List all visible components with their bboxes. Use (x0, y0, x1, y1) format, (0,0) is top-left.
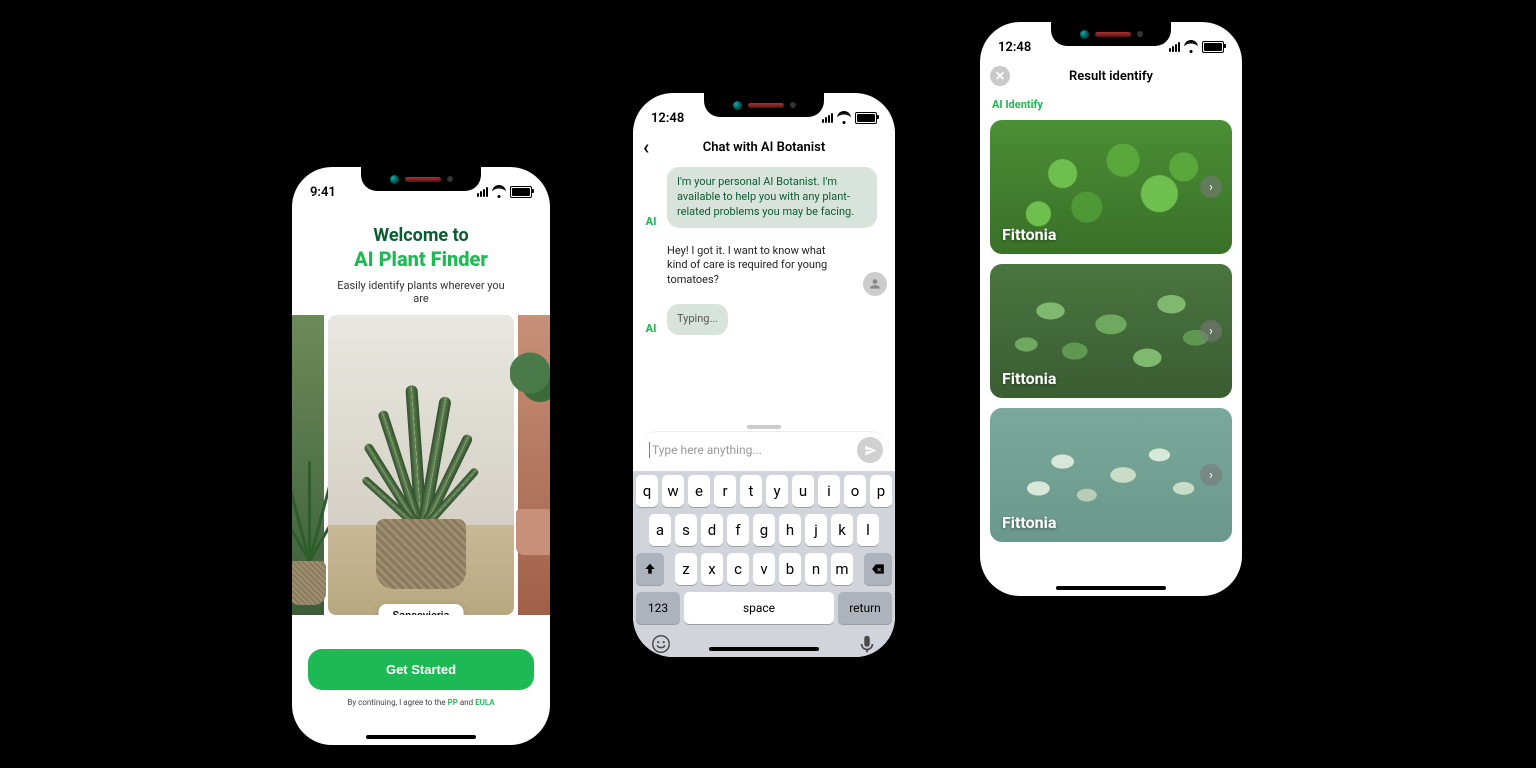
key-w[interactable]: w (662, 475, 684, 507)
key-f[interactable]: f (727, 514, 749, 546)
key-i[interactable]: i (818, 475, 840, 507)
key-p[interactable]: p (870, 475, 892, 507)
status-time: 12:48 (651, 111, 684, 126)
result-list[interactable]: Fittonia › Fittonia › Fittonia › (990, 120, 1232, 578)
battery-icon (510, 186, 532, 198)
screen-title: Chat with AI Botanist (703, 140, 825, 155)
key-e[interactable]: e (688, 475, 710, 507)
results-screen: 12:48 ✕ Result identify AI Identify Fitt… (980, 22, 1242, 596)
hero-plant-image: Sansevieria (328, 315, 514, 615)
keyboard[interactable]: qwertyuiop asdfghjkl zxcvbnm 123 space r… (633, 471, 895, 657)
result-name: Fittonia (1002, 369, 1056, 388)
result-name: Fittonia (1002, 513, 1056, 532)
carousel-next-peek (518, 315, 550, 615)
legal-text: By continuing, I agree to the PP and EUL… (308, 698, 534, 707)
key-j[interactable]: j (805, 514, 827, 546)
battery-icon (1202, 41, 1224, 53)
key-u[interactable]: u (792, 475, 814, 507)
shift-key[interactable] (636, 553, 664, 585)
chevron-right-icon[interactable]: › (1200, 176, 1222, 198)
key-a[interactable]: a (649, 514, 671, 546)
key-v[interactable]: v (753, 553, 775, 585)
key-h[interactable]: h (779, 514, 801, 546)
key-g[interactable]: g (753, 514, 775, 546)
sheet-grabber[interactable] (747, 425, 781, 429)
result-card[interactable]: Fittonia › (990, 120, 1232, 254)
key-y[interactable]: y (766, 475, 788, 507)
input-placeholder: Type here anything... (652, 443, 857, 457)
back-button[interactable]: ‹ (643, 137, 649, 157)
hero-carousel[interactable]: Sansevieria (292, 315, 550, 615)
chevron-right-icon[interactable]: › (1200, 464, 1222, 486)
key-m[interactable]: m (831, 553, 853, 585)
screen-title: Result identify (1069, 69, 1153, 84)
status-time: 9:41 (310, 185, 336, 200)
result-name: Fittonia (1002, 225, 1056, 244)
key-r[interactable]: r (714, 475, 736, 507)
home-indicator[interactable] (709, 647, 819, 651)
welcome-screen: 9:41 Welcome to AI Plant Finder Easily i… (292, 167, 550, 745)
welcome-heading-1: Welcome to (308, 225, 534, 247)
carousel-prev-peek (292, 315, 324, 615)
close-button[interactable]: ✕ (990, 66, 1010, 86)
privacy-policy-link[interactable]: PP (448, 698, 458, 707)
plant-name-badge: Sansevieria (379, 604, 464, 615)
signal-icon (477, 187, 488, 197)
backspace-key[interactable] (864, 553, 892, 585)
welcome-subtitle: Easily identify plants wherever you are (331, 279, 511, 305)
ai-avatar-label: AI (641, 215, 661, 228)
wifi-icon (1184, 42, 1198, 53)
mic-key[interactable] (856, 633, 878, 655)
key-t[interactable]: t (740, 475, 762, 507)
key-s[interactable]: s (675, 514, 697, 546)
send-button[interactable] (857, 437, 883, 463)
return-key[interactable]: return (838, 592, 892, 624)
key-d[interactable]: d (701, 514, 723, 546)
chat-messages[interactable]: AI I'm your personal AI Botanist. I'm av… (641, 167, 887, 343)
notch (361, 167, 481, 191)
space-key[interactable]: space (684, 592, 834, 624)
key-n[interactable]: n (805, 553, 827, 585)
eula-link[interactable]: EULA (475, 698, 495, 707)
result-card[interactable]: Fittonia › (990, 264, 1232, 398)
user-message: Hey! I got it. I want to know what kind … (657, 236, 857, 297)
signal-icon (1169, 42, 1180, 52)
status-time: 12:48 (998, 40, 1031, 55)
typing-indicator: Typing... (667, 304, 728, 335)
home-indicator[interactable] (366, 735, 476, 739)
message-input[interactable]: Type here anything... (639, 431, 889, 468)
key-o[interactable]: o (844, 475, 866, 507)
numbers-key[interactable]: 123 (636, 592, 680, 624)
user-avatar-icon (863, 272, 887, 296)
battery-icon (855, 112, 877, 124)
key-z[interactable]: z (675, 553, 697, 585)
key-l[interactable]: l (857, 514, 879, 546)
key-c[interactable]: c (727, 553, 749, 585)
chat-screen: 12:48 ‹ Chat with AI Botanist AI I'm you… (633, 93, 895, 657)
key-b[interactable]: b (779, 553, 801, 585)
signal-icon (822, 113, 833, 123)
wifi-icon (837, 113, 851, 124)
key-x[interactable]: x (701, 553, 723, 585)
wifi-icon (492, 187, 506, 198)
notch (704, 93, 824, 117)
get-started-button[interactable]: Get Started (308, 649, 534, 690)
section-heading: AI Identify (992, 98, 1043, 111)
key-q[interactable]: q (636, 475, 658, 507)
notch (1051, 22, 1171, 46)
result-card[interactable]: Fittonia › (990, 408, 1232, 542)
emoji-key[interactable] (650, 633, 672, 655)
welcome-heading-2: AI Plant Finder (308, 247, 534, 271)
ai-avatar-label: AI (641, 322, 661, 335)
key-k[interactable]: k (831, 514, 853, 546)
chevron-right-icon[interactable]: › (1200, 320, 1222, 342)
bot-message: I'm your personal AI Botanist. I'm avail… (667, 167, 877, 228)
home-indicator[interactable] (1056, 586, 1166, 590)
